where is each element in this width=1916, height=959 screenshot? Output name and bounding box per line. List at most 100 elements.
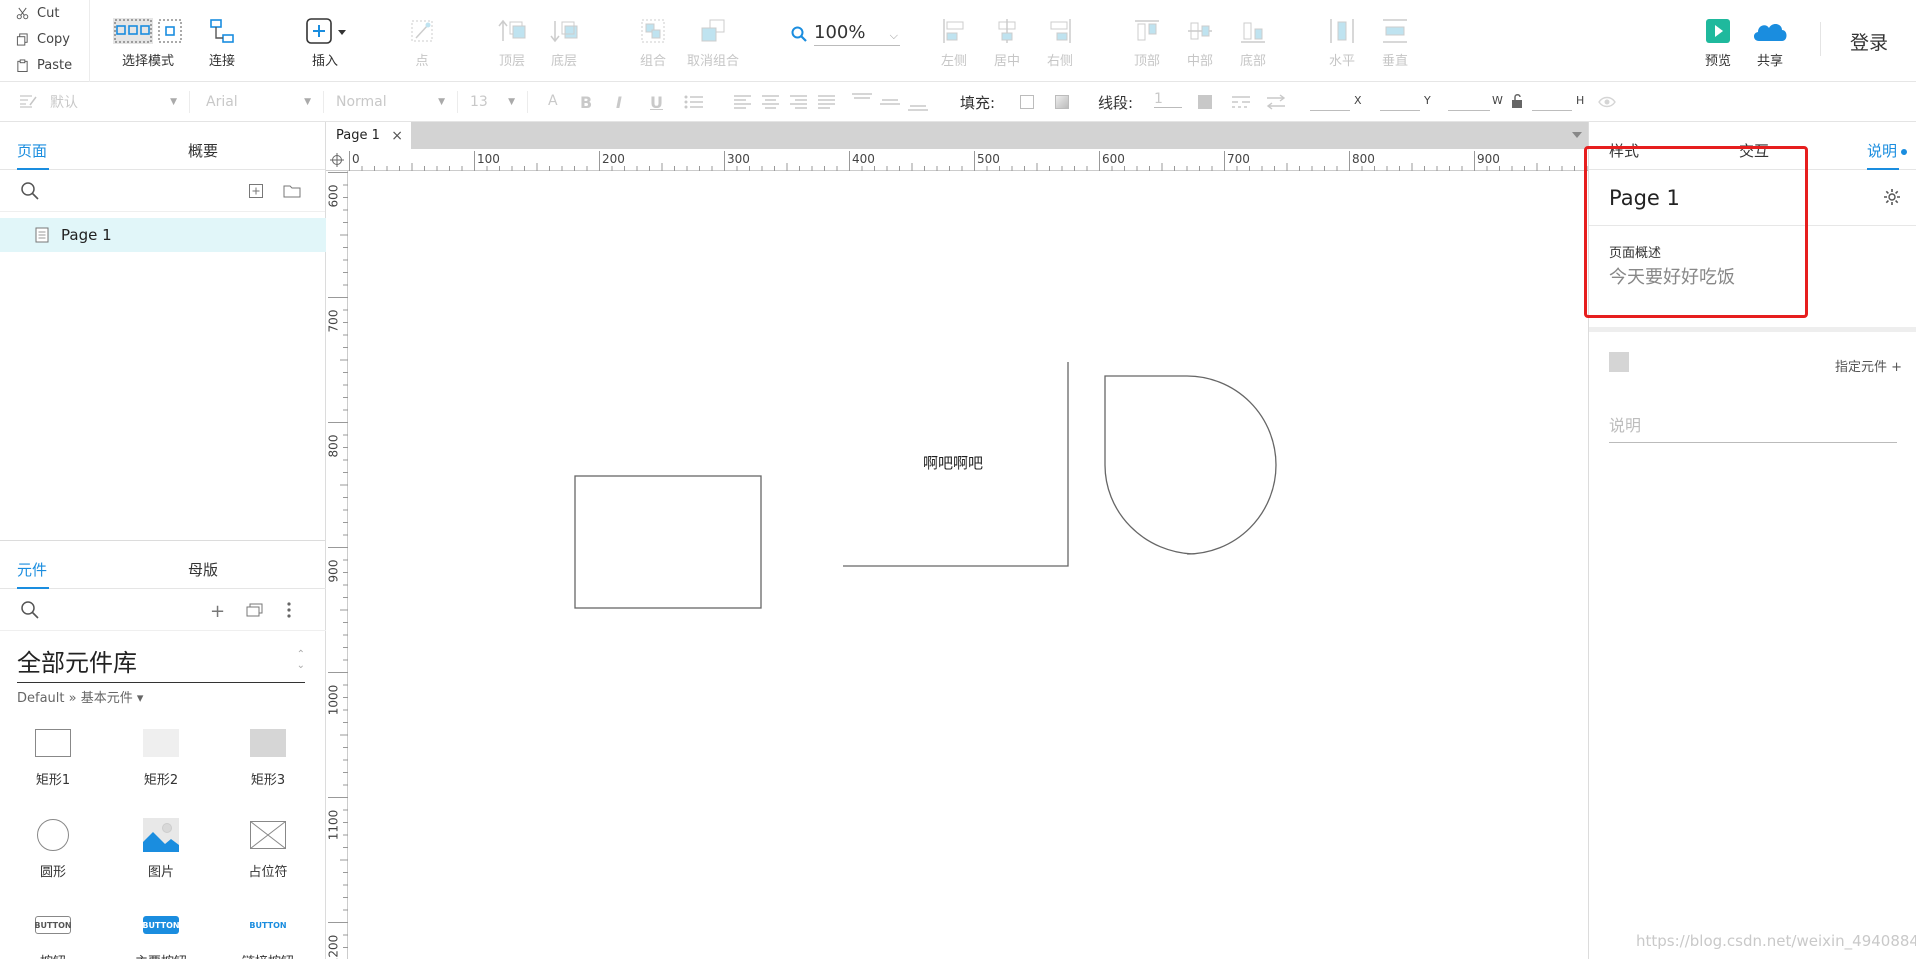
bullet-list-icon[interactable] [684,94,704,110]
zoom-control[interactable]: 100% ⌵ [790,22,900,46]
unlock-icon[interactable] [1511,93,1525,109]
bold-icon[interactable]: B [580,93,592,112]
distribute-horizontal-button[interactable]: 水平 [1324,0,1360,82]
library-breadcrumb[interactable]: Default » 基本元件 ▾ [17,687,143,706]
close-icon[interactable]: × [391,128,403,144]
distribute-vertical-button[interactable]: 垂直 [1377,0,1413,82]
ungroup-label: 取消组合 [686,54,739,69]
align-right-button[interactable]: 右侧 [1042,0,1078,82]
widget-image[interactable]: 图片 [106,815,216,880]
stroke-width-input[interactable]: 1 [1154,91,1182,108]
select-mode-button[interactable]: 选择模式 [112,0,184,82]
align-left-button[interactable]: 左侧 [936,0,972,82]
stroke-color-swatch[interactable] [1198,95,1212,109]
ruler-label: 200 [602,152,625,166]
valign-top-icon[interactable] [852,92,872,112]
w-input[interactable] [1448,110,1490,111]
share-button[interactable]: 共享 [1748,0,1792,82]
point-button[interactable]: 点 [404,0,440,82]
font-color-icon[interactable]: A [548,93,558,109]
style-select[interactable]: 默认 ▼ [50,91,190,113]
library-stack-icon[interactable] [246,603,264,617]
align-center-button[interactable]: 居中 [989,0,1025,82]
align-text-right-icon[interactable] [790,95,808,109]
send-to-back-button[interactable]: 底层 [546,0,582,82]
tab-pages[interactable]: 页面 [17,140,47,161]
arrow-style-icon[interactable] [1266,94,1286,110]
search-icon[interactable] [20,600,40,620]
align-bottom-button[interactable]: 底部 [1235,0,1271,82]
align-middle-button[interactable]: 中部 [1182,0,1218,82]
annotation-highlight-box [1584,146,1808,318]
add-folder-icon[interactable] [283,183,301,199]
crosshair-icon[interactable] [330,153,344,167]
assign-widget-button[interactable]: 指定元件 + [1835,356,1902,375]
widget-link-button[interactable]: BUTTON 链接按钮 [213,905,323,959]
gear-icon[interactable] [1883,188,1901,206]
align-text-justify-icon[interactable] [818,95,836,109]
tab-menu-chevron-icon[interactable] [1572,132,1582,138]
widget-label: 占位符 [248,865,288,880]
connect-button[interactable]: 连接 [202,0,242,82]
align-middle-label: 中部 [1186,54,1213,69]
insert-icon [302,14,348,48]
document-tab[interactable]: Page 1 × [326,122,411,149]
italic-icon[interactable]: I [616,93,622,112]
y-input[interactable] [1380,110,1420,111]
widget-rectangle-1[interactable]: 矩形1 [0,723,108,788]
cut-button[interactable]: Cut [16,2,59,24]
widget-button[interactable]: BUTTON 按钮 [0,905,108,959]
canvas-text-label[interactable]: 啊吧啊吧 [923,452,983,473]
ungroup-button[interactable]: 取消组合 [683,0,743,82]
group-button[interactable]: 组合 [635,0,671,82]
copy-button[interactable]: Copy [16,28,70,50]
document-tab-label: Page 1 [336,128,380,143]
description-field[interactable]: 说明 [1609,412,1897,443]
login-button[interactable]: 登录 [1850,28,1888,55]
paste-button[interactable]: Paste [16,54,72,76]
widget-rectangle-2[interactable]: 矩形2 [106,723,216,788]
font-size-select[interactable]: 13 ▼ [470,91,528,113]
plus-icon[interactable]: + [210,601,225,622]
widget-placeholder[interactable]: 占位符 [213,815,323,880]
tab-widgets[interactable]: 元件 [17,559,47,580]
more-vertical-icon[interactable] [287,602,291,618]
pages-tabs: 页面 概要 [0,122,325,170]
font-weight-select[interactable]: Normal ▼ [336,91,458,113]
teardrop-shape[interactable] [1104,375,1277,555]
align-top-button[interactable]: 顶部 [1129,0,1165,82]
updown-icon: ⌃ ⌄ [296,649,305,671]
bring-to-front-button[interactable]: 顶层 [494,0,530,82]
stroke-pattern-icon[interactable] [1232,94,1250,110]
search-icon[interactable] [20,181,40,201]
design-canvas[interactable]: 啊吧啊吧 [349,172,1588,959]
valign-bottom-icon[interactable] [908,92,928,112]
fill-color-swatch[interactable] [1020,95,1034,109]
add-page-icon[interactable] [248,183,264,199]
h-input[interactable] [1532,110,1572,111]
widget-circle[interactable]: 圆形 [0,815,108,880]
tab-notes[interactable]: 说明 [1867,140,1908,161]
clipboard-icon [16,58,29,72]
preview-button[interactable]: 预览 [1700,0,1736,82]
align-text-center-icon[interactable] [762,95,780,109]
valign-middle-icon[interactable] [880,92,900,112]
zoom-value[interactable]: 100% [814,22,865,43]
underline-icon[interactable]: U [650,93,663,112]
x-input[interactable] [1310,110,1350,111]
font-family-select[interactable]: Arial ▼ [206,91,324,113]
widget-rectangle-3[interactable]: 矩形3 [213,723,323,788]
rectangle-shape[interactable] [574,475,762,609]
align-text-left-icon[interactable] [734,95,752,109]
tab-masters[interactable]: 母版 [188,559,218,580]
widget-primary-button[interactable]: BUTTON 主要按钮 [106,905,216,959]
library-toolbar: + [0,589,326,631]
page-tree-item[interactable]: Page 1 [0,218,326,252]
insert-button[interactable]: 插入 [300,0,350,82]
shadow-swatch[interactable] [1055,95,1069,109]
y-label: Y [1424,94,1431,107]
eye-icon[interactable] [1598,95,1616,109]
tab-outline[interactable]: 概要 [188,140,218,161]
chevron-down-icon[interactable]: ⌵ [890,29,898,43]
library-select[interactable]: 全部元件库 ⌃ ⌄ [17,643,305,683]
